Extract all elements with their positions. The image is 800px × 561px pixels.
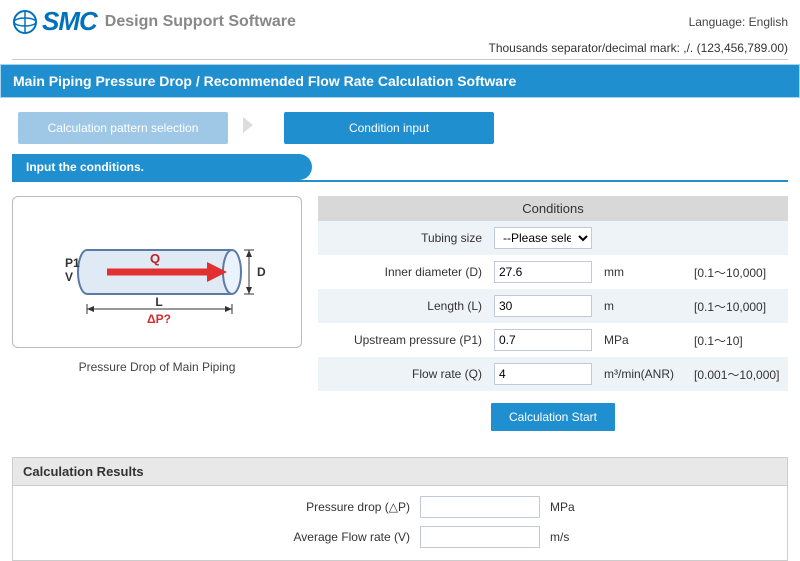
language-selector[interactable]: Language: English (689, 15, 788, 29)
upstream-pressure-input[interactable] (494, 329, 592, 351)
svg-text:ΔP?: ΔP? (147, 312, 171, 326)
results-heading: Calculation Results (12, 457, 788, 486)
conditions-heading: Conditions (318, 196, 788, 221)
page-title: Main Piping Pressure Drop / Recommended … (0, 64, 800, 98)
pressure-drop-output (420, 496, 540, 518)
inner-diameter-input[interactable] (494, 261, 592, 283)
separator-note: Thousands separator/decimal mark: ,/. (1… (0, 37, 800, 57)
svg-text:V: V (65, 270, 73, 284)
brand-logo: SMC (12, 6, 97, 37)
step-pattern-selection[interactable]: Calculation pattern selection (18, 112, 228, 144)
piping-diagram: Q P1 V D L ΔP? (12, 196, 302, 348)
upstream-pressure-label: Upstream pressure (P1) (318, 323, 488, 357)
tubing-size-label: Tubing size (318, 221, 488, 255)
inner-diameter-label: Inner diameter (D) (318, 255, 488, 289)
tubing-size-select[interactable]: --Please select-- (494, 227, 592, 249)
calculation-start-button[interactable]: Calculation Start (491, 403, 615, 431)
chevron-right-icon (236, 113, 260, 143)
diagram-caption: Pressure Drop of Main Piping (12, 360, 302, 374)
svg-text:Q: Q (150, 251, 160, 266)
avg-flow-output (420, 526, 540, 548)
smc-globe-icon (12, 9, 38, 35)
step-condition-input[interactable]: Condition input (284, 112, 494, 144)
pressure-drop-label: Pressure drop (△P) (190, 500, 410, 514)
flow-rate-input[interactable] (494, 363, 592, 385)
flow-rate-label: Flow rate (Q) (318, 357, 488, 391)
product-title: Design Support Software (105, 13, 296, 31)
svg-text:D: D (257, 265, 266, 279)
brand-text: SMC (42, 6, 97, 37)
svg-text:P1: P1 (65, 256, 80, 270)
svg-text:L: L (155, 295, 162, 309)
condition-heading: Input the conditions. (12, 154, 312, 180)
length-input[interactable] (494, 295, 592, 317)
length-label: Length (L) (318, 289, 488, 323)
avg-flow-label: Average Flow rate (V) (190, 530, 410, 544)
